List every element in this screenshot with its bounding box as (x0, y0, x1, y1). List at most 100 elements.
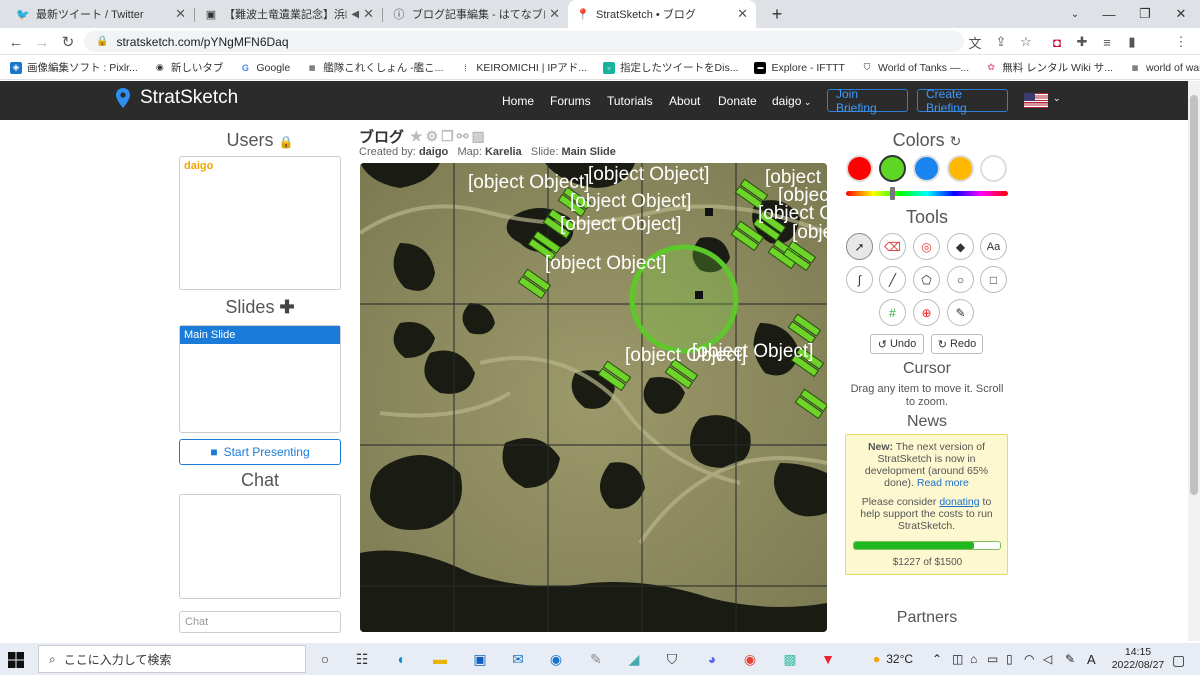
bookmark-item[interactable]: ◈ 画像編集ソフト : Pixlr... (10, 60, 138, 75)
bookmark-star-icon[interactable]: ☆ (1017, 33, 1035, 51)
join-briefing-button[interactable]: Join Briefing (827, 87, 908, 115)
bookmark-item[interactable]: ▦ 艦隊これくしょん -艦こ... (306, 60, 443, 75)
tab-search-icon[interactable]: ⌄ (1058, 0, 1092, 28)
color-swatch-green[interactable] (879, 155, 906, 182)
display-icon[interactable]: ▯ (1006, 652, 1013, 666)
scrollbar-thumb[interactable] (1190, 95, 1198, 495)
share-icon[interactable]: ⇪ (992, 33, 1010, 51)
edge-icon[interactable]: ◐ (392, 649, 412, 669)
bookmark-item[interactable]: ◉ 新しいタブ (154, 60, 223, 75)
battery-icon[interactable]: ▭ (987, 652, 998, 666)
site-logo[interactable]: StratSketch (116, 87, 238, 109)
bookmark-item[interactable]: ▦ world of warships b... (1129, 62, 1200, 74)
star-icon[interactable]: ★ (410, 128, 423, 145)
line-tool-icon[interactable]: ╱ (879, 266, 906, 293)
slide-item-main[interactable]: Main Slide (180, 326, 340, 344)
nav-donate[interactable]: Donate (718, 94, 757, 108)
eraser-tool-icon[interactable]: ⌫ (879, 233, 906, 260)
chevron-down-icon[interactable]: ⌄ (1053, 93, 1061, 104)
reading-list-icon[interactable]: ≡ (1098, 33, 1116, 51)
minimize-icon[interactable]: — (1092, 0, 1126, 28)
ruler-tool-icon[interactable]: ✎ (947, 299, 974, 326)
tray-icon[interactable]: ⌂ (970, 652, 977, 666)
pen-icon[interactable]: ✎ (1065, 652, 1075, 666)
file-explorer-icon[interactable]: ▬ (430, 649, 450, 669)
extensions-puzzle-icon[interactable]: ✚ (1073, 33, 1091, 51)
translate-icon[interactable]: 文 (966, 33, 984, 51)
refresh-colors-icon[interactable]: ↻ (950, 133, 962, 149)
restore-icon[interactable]: ❐ (1128, 0, 1162, 28)
clock[interactable]: 14:15 2022/08/27 (1108, 646, 1168, 672)
fill-tool-icon[interactable]: ◆ (947, 233, 974, 260)
color-swatch-white[interactable] (980, 155, 1007, 182)
tab-news[interactable]: ▣ 【難波土竜遺業記念】浜崎順平 ◀ ✕ (196, 0, 382, 28)
menu-kebab-icon[interactable]: ⋮ (1172, 33, 1190, 51)
new-tab-button[interactable]: + (760, 0, 794, 28)
copy-icon[interactable]: ❐ (441, 128, 454, 145)
app-icon-red[interactable]: ▼ (818, 649, 838, 669)
color-swatch-blue[interactable] (913, 155, 940, 182)
notification-icon[interactable]: ▢ (1172, 652, 1185, 669)
volume-icon[interactable]: ◁ (1043, 652, 1052, 666)
bookmark-item[interactable]: ✿ 無料 レンタル Wiki サ... (985, 60, 1113, 75)
tray-icon[interactable]: ◫ (952, 652, 963, 666)
map-canvas[interactable]: [object Object] [object Object] [object … (360, 163, 827, 632)
chrome-icon[interactable]: ◉ (740, 649, 760, 669)
app-icon-green[interactable]: ▩ (780, 649, 800, 669)
rectangle-tool-icon[interactable]: □ (980, 266, 1007, 293)
close-tab-icon[interactable]: ✕ (363, 6, 374, 22)
image-icon[interactable]: ▨ (471, 128, 484, 145)
wifi-icon[interactable]: ◠ (1024, 652, 1034, 666)
bookmark-item[interactable]: ▬ Explore - IFTTT (754, 61, 845, 74)
mute-icon[interactable]: ◀ (351, 9, 359, 20)
bookmark-item[interactable]: ▫ 指定したツイートをDis... (603, 60, 738, 75)
bookmark-item[interactable]: ⛉ World of Tanks —... (861, 62, 970, 74)
nav-tutorials[interactable]: Tutorials (607, 94, 653, 108)
user-item[interactable]: daigo (184, 160, 213, 172)
color-swatch-red[interactable] (846, 155, 873, 182)
gear-icon[interactable]: ⚙ (426, 128, 439, 145)
mail-icon[interactable]: ✉ (508, 649, 528, 669)
ping-tool-icon[interactable]: ◎ (913, 233, 940, 260)
app-icon-blue[interactable]: ◉ (546, 649, 566, 669)
bookmark-item[interactable]: G Google (239, 62, 290, 74)
back-icon[interactable]: ← (6, 32, 26, 52)
weather-widget[interactable]: ● 32°C (873, 652, 913, 666)
us-flag-icon[interactable] (1024, 93, 1048, 108)
circle-tool-icon[interactable]: ○ (947, 266, 974, 293)
read-more-link[interactable]: Read more (917, 477, 969, 489)
link-icon[interactable]: ⚯ (457, 128, 469, 145)
widgets-icon[interactable]: ☷ (352, 649, 372, 669)
target-tool-icon[interactable]: ⊕ (913, 299, 940, 326)
page-scrollbar[interactable] (1188, 81, 1200, 641)
wot-icon[interactable]: ⛉ (662, 649, 682, 669)
color-swatch-yellow[interactable] (947, 155, 974, 182)
chevron-up-icon[interactable]: ⌃ (932, 652, 942, 666)
discord-icon[interactable]: ◕ (702, 649, 722, 669)
reload-icon[interactable]: ↻ (58, 32, 78, 52)
redo-button[interactable]: ↻ Redo (931, 334, 983, 354)
forward-icon[interactable]: → (32, 32, 52, 52)
chat-input[interactable]: Chat (179, 611, 341, 633)
url-bar[interactable]: 🔒 stratsketch.com/pYNgMFN6Daq (84, 31, 964, 52)
nav-home[interactable]: Home (502, 94, 534, 108)
side-panel-icon[interactable]: ▮ (1123, 33, 1141, 51)
polygon-tool-icon[interactable]: ⬠ (913, 266, 940, 293)
create-briefing-button[interactable]: Create Briefing (917, 87, 1008, 115)
ime-indicator[interactable]: A (1087, 652, 1096, 667)
task-view-icon[interactable]: ○ (315, 649, 335, 669)
close-window-icon[interactable]: ✕ (1164, 0, 1198, 28)
hue-slider-handle[interactable] (889, 187, 895, 200)
freehand-tool-icon[interactable]: ∫ (846, 266, 873, 293)
paint-icon[interactable]: ✎ (586, 649, 606, 669)
close-tab-icon[interactable]: ✕ (175, 6, 186, 22)
grid-tool-icon[interactable]: # (879, 299, 906, 326)
app-icon-teal[interactable]: ◢ (624, 649, 644, 669)
nav-about[interactable]: About (669, 94, 700, 108)
map-svg[interactable]: [object Object] [object Object] [object … (360, 163, 827, 632)
add-slide-icon[interactable]: ✚ (279, 297, 294, 317)
undo-button[interactable]: ↺ Undo (870, 334, 924, 354)
store-icon[interactable]: ▣ (470, 649, 490, 669)
text-tool-icon[interactable]: Aa (980, 233, 1007, 260)
nav-user-menu[interactable]: daigo ⌄ (772, 94, 811, 108)
